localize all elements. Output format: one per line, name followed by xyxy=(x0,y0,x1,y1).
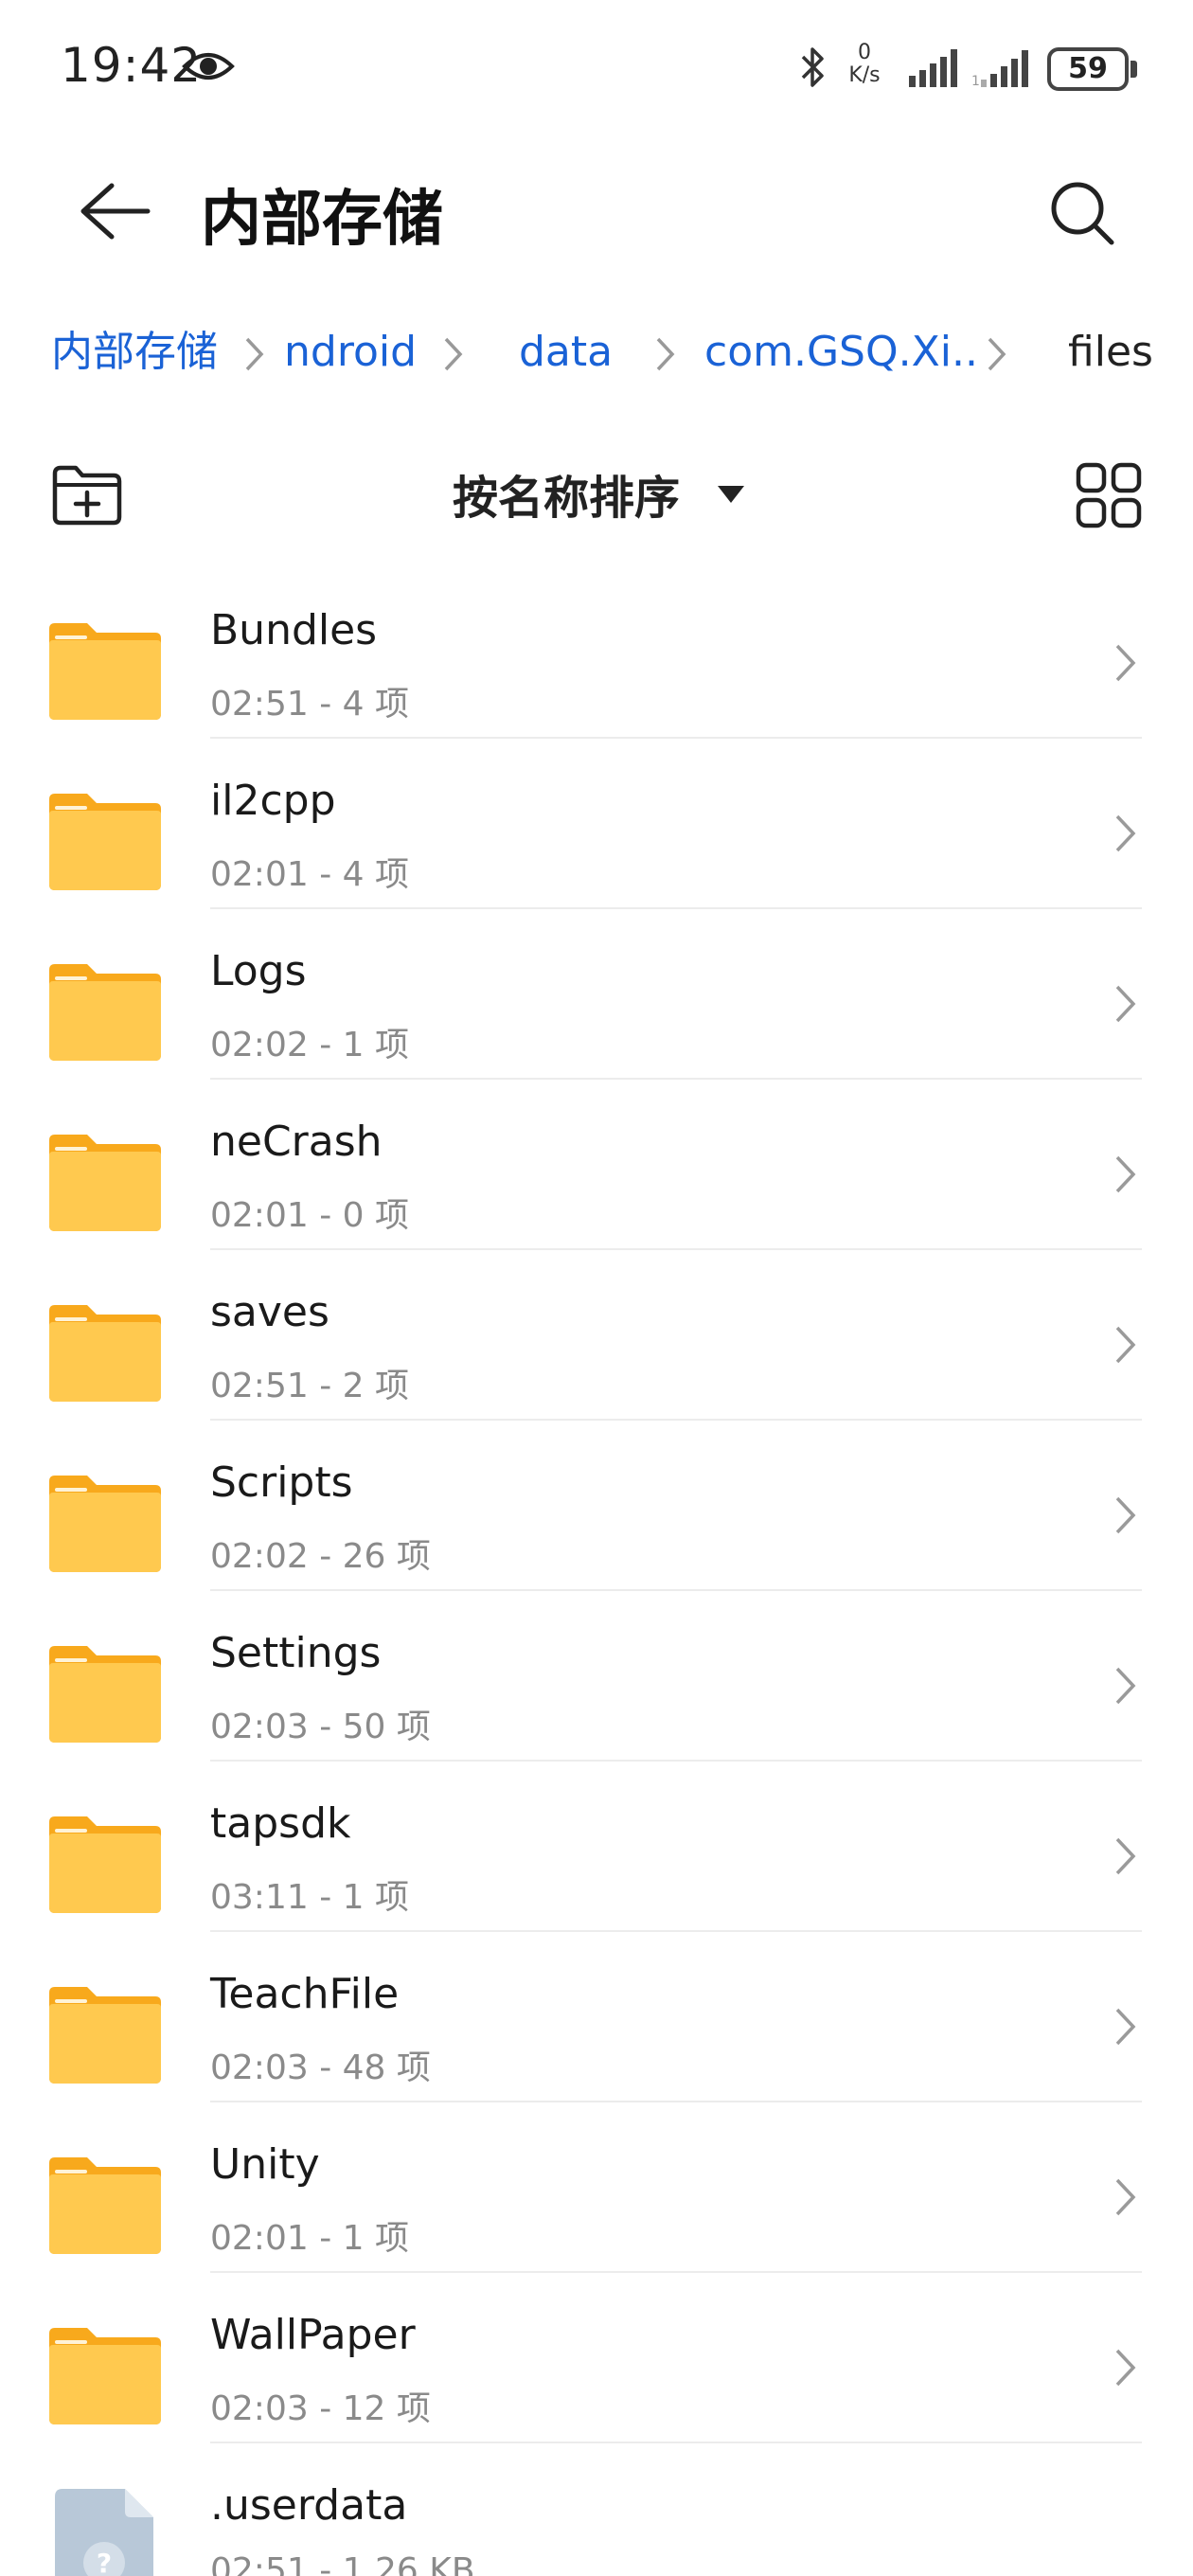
page-title: 内部存储 xyxy=(201,185,443,255)
item-meta: 02:02 - 26 项 xyxy=(210,1537,431,1576)
item-name: Logs xyxy=(210,947,307,995)
chevron-right-icon xyxy=(988,337,1006,371)
list-item[interactable]: neCrash 02:01 - 0 项 xyxy=(0,1080,1193,1250)
list-item[interactable]: ? .userdata 02:51 - 1.26 KB xyxy=(0,2443,1193,2576)
list-item[interactable]: Scripts 02:02 - 26 项 xyxy=(0,1421,1193,1591)
folder-icon xyxy=(49,2157,161,2254)
breadcrumb-item[interactable]: 内部存储 xyxy=(51,318,218,386)
folder-icon xyxy=(49,1135,161,1231)
folder-icon xyxy=(49,794,161,890)
chevron-right-icon xyxy=(1115,644,1136,682)
new-folder-icon[interactable] xyxy=(51,464,123,527)
folder-icon xyxy=(49,964,161,1061)
chevron-right-icon xyxy=(1115,2178,1136,2216)
item-meta: 02:51 - 1.26 KB xyxy=(210,2551,475,2576)
chevron-right-icon xyxy=(1115,1155,1136,1193)
item-name: tapsdk xyxy=(210,1799,351,1848)
list-item[interactable]: WallPaper 02:03 - 12 项 xyxy=(0,2273,1193,2443)
item-name: neCrash xyxy=(210,1118,383,1166)
chevron-right-icon xyxy=(1115,1326,1136,1364)
chevron-right-icon xyxy=(1115,2008,1136,2046)
item-meta: 02:01 - 1 项 xyxy=(210,2219,409,2258)
svg-text:1: 1 xyxy=(971,74,980,89)
arrow-left-icon[interactable] xyxy=(76,178,151,244)
unknown-file-icon: ? xyxy=(55,2489,153,2576)
breadcrumb-item[interactable]: ndroid xyxy=(284,318,430,386)
search-icon[interactable] xyxy=(1047,178,1117,248)
chevron-right-icon xyxy=(1115,1667,1136,1705)
item-meta: 03:11 - 1 项 xyxy=(210,1878,409,1917)
caret-down-icon[interactable] xyxy=(716,483,746,506)
item-name: Scripts xyxy=(210,1458,353,1507)
signal-icon xyxy=(909,49,957,87)
chevron-right-icon xyxy=(444,337,463,371)
list-item[interactable]: Bundles 02:51 - 4 项 xyxy=(0,568,1193,739)
battery-indicator: 59 xyxy=(1047,47,1138,91)
item-meta: 02:51 - 4 项 xyxy=(210,685,409,724)
item-name: Unity xyxy=(210,2140,320,2189)
item-meta: 02:01 - 4 项 xyxy=(210,855,409,894)
item-meta: 02:02 - 1 项 xyxy=(210,1026,409,1064)
chevron-right-icon xyxy=(1115,1837,1136,1875)
list-item[interactable]: il2cpp 02:01 - 4 项 xyxy=(0,739,1193,909)
status-bar: 19:42 0 K/s 1 59 xyxy=(0,0,1193,142)
folder-icon xyxy=(49,1646,161,1743)
chevron-right-icon xyxy=(1115,1496,1136,1534)
folder-icon xyxy=(49,2328,161,2424)
toolbar: 按名称排序 xyxy=(0,455,1193,540)
list-item[interactable]: Unity 02:01 - 1 项 xyxy=(0,2102,1193,2273)
eye-icon xyxy=(182,53,235,80)
item-name: .userdata xyxy=(210,2481,408,2530)
grid-view-icon[interactable] xyxy=(1076,462,1142,528)
list-item[interactable]: TeachFile 02:03 - 48 项 xyxy=(0,1932,1193,2102)
chevron-right-icon xyxy=(1115,814,1136,852)
folder-icon xyxy=(49,1987,161,2084)
chevron-right-icon xyxy=(656,337,675,371)
item-meta: 02:51 - 2 项 xyxy=(210,1367,409,1405)
breadcrumb-item[interactable]: com.GSQ.Xi... xyxy=(704,318,975,386)
chevron-right-icon xyxy=(1115,2349,1136,2387)
file-manager-screen: 19:42 0 K/s 1 59 内部存储 内部存储 ndroid data c… xyxy=(0,0,1193,2576)
item-name: WallPaper xyxy=(210,2311,416,2359)
signal-icon: 1 xyxy=(971,50,1028,89)
folder-icon xyxy=(49,1305,161,1402)
file-list: Bundles 02:51 - 4 项 il2cpp 02:01 - 4 项 L… xyxy=(0,568,1193,2576)
network-speed: 0 K/s xyxy=(848,41,881,87)
folder-icon xyxy=(49,1816,161,1913)
item-name: TeachFile xyxy=(210,1970,400,2018)
breadcrumb-current: files xyxy=(1068,328,1153,376)
list-item[interactable]: Settings 02:03 - 50 项 xyxy=(0,1591,1193,1762)
folder-icon xyxy=(49,1476,161,1572)
svg-text:?: ? xyxy=(97,2548,112,2576)
item-name: Settings xyxy=(210,1629,382,1677)
chevron-right-icon xyxy=(245,337,264,371)
status-time: 19:42 xyxy=(61,38,203,93)
folder-icon xyxy=(49,623,161,720)
sort-dropdown[interactable]: 按名称排序 xyxy=(453,460,680,527)
list-item[interactable]: saves 02:51 - 2 项 xyxy=(0,1250,1193,1421)
bluetooth-icon xyxy=(801,47,824,87)
battery-level: 59 xyxy=(1068,52,1108,85)
list-item[interactable]: tapsdk 03:11 - 1 项 xyxy=(0,1762,1193,1932)
breadcrumb-item[interactable]: data xyxy=(519,318,613,386)
item-name: il2cpp xyxy=(210,777,336,825)
item-meta: 02:03 - 48 项 xyxy=(210,2048,431,2087)
chevron-right-icon xyxy=(1115,985,1136,1023)
list-item[interactable]: Logs 02:02 - 1 项 xyxy=(0,909,1193,1080)
item-meta: 02:03 - 50 项 xyxy=(210,1708,431,1746)
item-name: saves xyxy=(210,1288,329,1336)
breadcrumb: 内部存储 ndroid data com.GSQ.Xi... files xyxy=(0,318,1193,394)
item-meta: 02:03 - 12 项 xyxy=(210,2389,431,2428)
item-name: Bundles xyxy=(210,606,378,654)
item-meta: 02:01 - 0 项 xyxy=(210,1196,409,1235)
